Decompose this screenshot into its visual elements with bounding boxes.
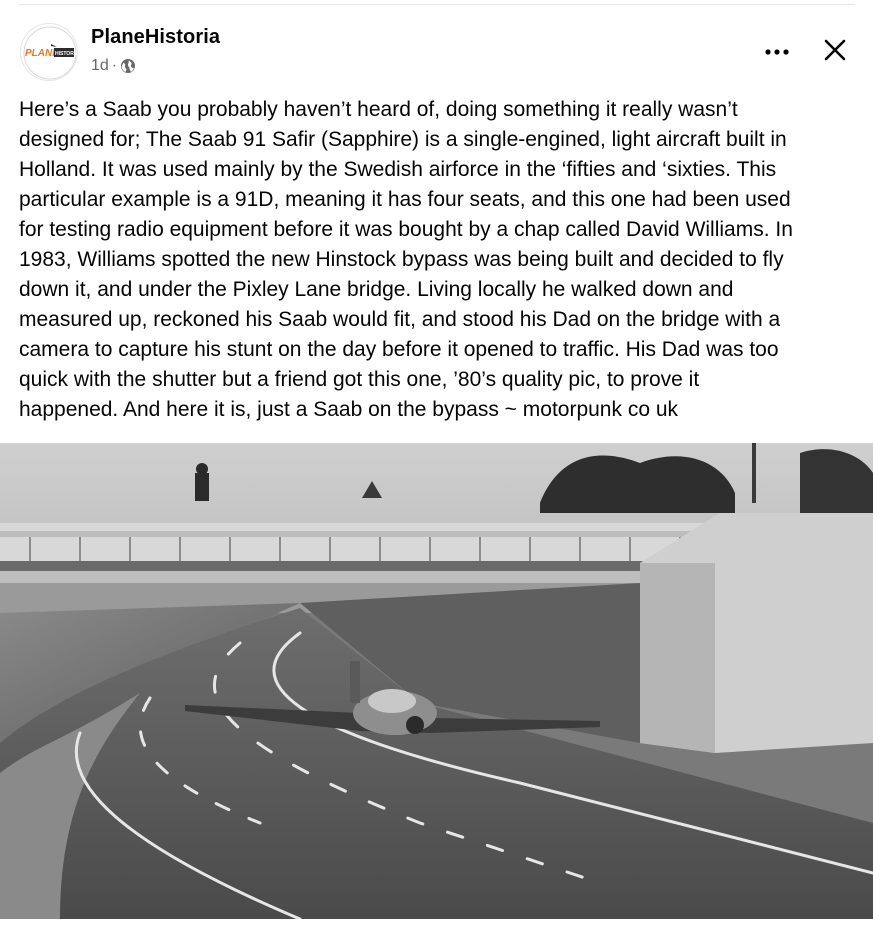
post-meta: 1d · <box>91 57 136 75</box>
saab-under-bridge-photo <box>0 443 873 919</box>
meta-separator: · <box>111 57 118 74</box>
post-timestamp[interactable]: 1d <box>91 57 109 75</box>
close-button[interactable] <box>815 30 855 70</box>
top-divider <box>18 4 855 5</box>
svg-text:HISTORIA: HISTORIA <box>55 51 78 57</box>
bottom-strip <box>0 919 873 928</box>
avatar[interactable]: PLANE HISTORIA <box>20 23 78 81</box>
author-name[interactable]: PlaneHistoria <box>91 26 220 49</box>
planehistoria-logo: PLANE HISTORIA <box>23 26 78 80</box>
post-text: Here’s a Saab you probably haven’t heard… <box>19 98 793 421</box>
globe-icon[interactable] <box>120 58 136 74</box>
more-options-button[interactable] <box>757 32 797 72</box>
more-options-icon <box>765 49 789 55</box>
post-photo[interactable] <box>0 443 873 919</box>
close-icon <box>824 39 846 61</box>
post-header: PLANE HISTORIA PlaneHistoria 1d · <box>18 20 855 84</box>
